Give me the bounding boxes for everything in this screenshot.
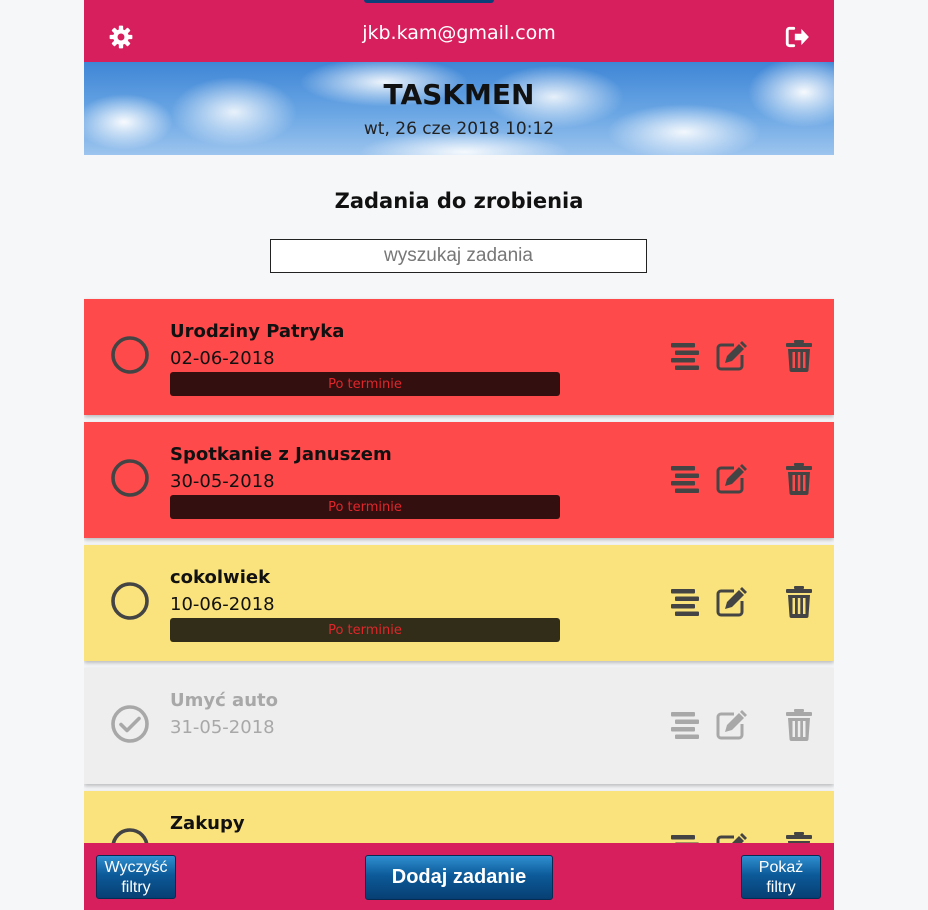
app-title: TASKMEN: [383, 78, 535, 111]
user-email: jkb.kam@gmail.com: [362, 22, 556, 44]
task-card: Urodziny Patryka 02-06-2018 Po terminie: [84, 299, 834, 415]
circle-icon[interactable]: [110, 458, 150, 498]
edit-icon[interactable]: [714, 585, 748, 619]
task-name: Zakupy: [170, 813, 245, 834]
current-datetime: wt, 26 cze 2018 10:12: [363, 119, 555, 139]
list-icon[interactable]: [668, 708, 702, 742]
task-name: Spotkanie z Januszem: [170, 444, 392, 465]
top-tab-edge: [364, 0, 494, 3]
clear-filters-button[interactable]: Wyczyść filtry: [96, 855, 176, 899]
status-badge: Po terminie: [170, 618, 560, 642]
task-date: 10-06-2018: [170, 594, 275, 615]
task-card: cokolwiek 10-06-2018 Po terminie: [84, 545, 834, 661]
add-task-button[interactable]: Dodaj zadanie: [365, 855, 553, 900]
check-circle-icon[interactable]: [110, 704, 150, 744]
trash-icon[interactable]: [782, 339, 816, 373]
task-name: Urodziny Patryka: [170, 321, 345, 342]
circle-icon[interactable]: [110, 581, 150, 621]
section-title: Zadania do zrobienia: [334, 189, 584, 213]
task-name: Umyć auto: [170, 690, 278, 711]
task-date: 02-06-2018: [170, 348, 275, 369]
status-badge: Po terminie: [170, 372, 560, 396]
circle-icon[interactable]: [110, 335, 150, 375]
task-card: Umyć auto 31-05-2018: [84, 668, 834, 784]
edit-icon[interactable]: [714, 339, 748, 373]
edit-icon[interactable]: [714, 462, 748, 496]
sign-out-icon[interactable]: [784, 24, 810, 50]
task-name: cokolwiek: [170, 567, 271, 588]
search-input[interactable]: [270, 239, 647, 273]
show-filters-button[interactable]: Pokaż filtry: [741, 855, 821, 899]
hero-banner: TASKMEN wt, 26 cze 2018 10:12: [84, 62, 834, 155]
edit-icon[interactable]: [714, 708, 748, 742]
task-date: 30-05-2018: [170, 471, 275, 492]
bottom-toolbar: Wyczyść filtry Dodaj zadanie Pokaż filtr…: [84, 843, 834, 910]
trash-icon[interactable]: [782, 462, 816, 496]
trash-icon[interactable]: [782, 708, 816, 742]
status-badge: Po terminie: [170, 495, 560, 519]
list-icon[interactable]: [668, 462, 702, 496]
task-date: 31-05-2018: [170, 717, 275, 738]
task-card: Spotkanie z Januszem 30-05-2018 Po termi…: [84, 422, 834, 538]
list-icon[interactable]: [668, 339, 702, 373]
list-icon[interactable]: [668, 585, 702, 619]
app: jkb.kam@gmail.com TASKMEN wt, 26 cze 201…: [84, 0, 834, 910]
top-bar: jkb.kam@gmail.com: [84, 0, 834, 62]
trash-icon[interactable]: [782, 585, 816, 619]
